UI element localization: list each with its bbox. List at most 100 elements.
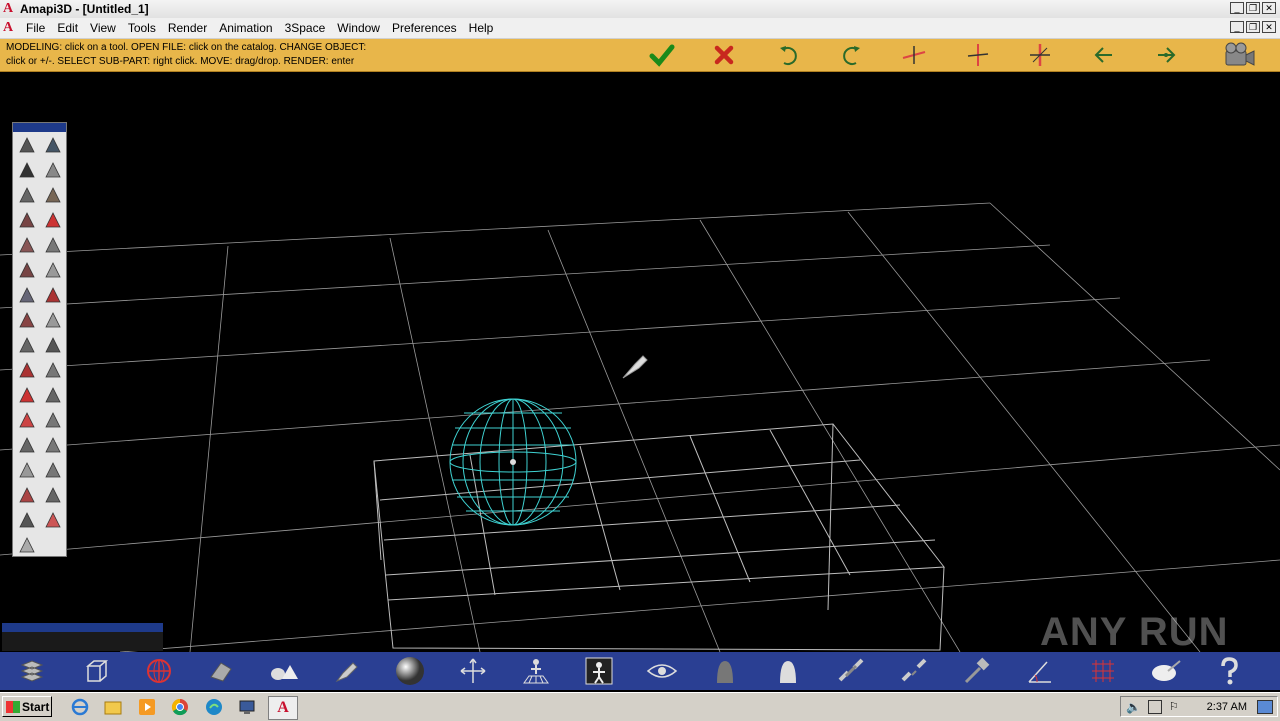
red-shape-tool[interactable]	[15, 383, 39, 406]
restore-button[interactable]: ❐	[1246, 2, 1260, 14]
help-icon[interactable]	[1213, 655, 1245, 687]
plane-tool[interactable]	[41, 258, 65, 281]
bottom-toolbar	[0, 652, 1280, 690]
status-line-2: click or +/-. SELECT SUB-PART: right cli…	[6, 56, 355, 67]
ghost-icon[interactable]	[709, 655, 741, 687]
start-label: Start	[22, 699, 50, 714]
edge-icon[interactable]	[203, 697, 225, 717]
network-app-icon[interactable]	[236, 697, 258, 717]
angle-icon[interactable]	[1024, 655, 1056, 687]
figure-icon[interactable]	[583, 655, 615, 687]
menu-edit[interactable]: Edit	[51, 18, 84, 38]
axis-x-icon[interactable]	[900, 41, 928, 69]
doc-minimize-button[interactable]: _	[1230, 21, 1244, 33]
leaf-tool[interactable]	[41, 308, 65, 331]
figure-grid-icon[interactable]	[520, 655, 552, 687]
pen-icon[interactable]	[331, 655, 363, 687]
move-icon[interactable]	[457, 655, 489, 687]
redo-icon[interactable]	[838, 41, 866, 69]
cutter-tool[interactable]	[41, 458, 65, 481]
arrow-right-icon[interactable]	[1152, 41, 1180, 69]
chrome-icon[interactable]	[169, 697, 191, 717]
deform-tool[interactable]	[15, 258, 39, 281]
undo-icon[interactable]	[774, 41, 802, 69]
menu-window[interactable]: Window	[331, 18, 386, 38]
line-tool[interactable]	[15, 133, 39, 156]
grid-plane-tool[interactable]	[41, 508, 65, 531]
arrow-left-icon[interactable]	[1090, 41, 1118, 69]
down-arrow-tool[interactable]	[15, 508, 39, 531]
volume-icon[interactable]: 🔈	[1126, 700, 1141, 714]
cube-tool[interactable]	[15, 183, 39, 206]
globe-icon[interactable]	[143, 655, 175, 687]
start-button[interactable]: Start	[2, 696, 52, 717]
media-player-icon[interactable]	[136, 697, 158, 717]
knife-tool[interactable]	[15, 333, 39, 356]
text-tool[interactable]	[15, 158, 39, 181]
stack-tool[interactable]	[41, 433, 65, 456]
palette-icon[interactable]	[1150, 655, 1182, 687]
cube-icon[interactable]	[80, 655, 112, 687]
mini-window-titlebar[interactable]	[2, 623, 163, 632]
doc-close-button[interactable]: ✕	[1262, 21, 1276, 33]
axis-z-icon[interactable]	[1026, 41, 1054, 69]
paint-tool[interactable]	[15, 358, 39, 381]
mesh-tool[interactable]	[15, 408, 39, 431]
explorer-icon[interactable]	[102, 697, 124, 717]
3d-viewport[interactable]	[0, 72, 1280, 652]
close-button[interactable]: ✕	[1262, 2, 1276, 14]
ie-icon[interactable]	[69, 697, 91, 717]
broken-chain-icon[interactable]	[898, 655, 930, 687]
gear-tool[interactable]	[41, 383, 65, 406]
checkmark-icon[interactable]	[648, 41, 676, 69]
line-select-tool[interactable]	[15, 533, 39, 556]
menu-3space[interactable]: 3Space	[279, 18, 332, 38]
camera-icon[interactable]	[1222, 41, 1256, 69]
menu-file[interactable]: File	[20, 18, 51, 38]
palette-titlebar[interactable]	[13, 123, 66, 132]
menu-animation[interactable]: Animation	[213, 18, 278, 38]
axis-y-icon[interactable]	[964, 41, 992, 69]
wire-cube-tool[interactable]	[15, 483, 39, 506]
sphere-icon[interactable]	[394, 655, 426, 687]
amapi-logo-icon: A	[277, 699, 289, 716]
extrude-tool[interactable]	[15, 208, 39, 231]
box-tool[interactable]	[41, 408, 65, 431]
menu-preferences[interactable]: Preferences	[386, 18, 463, 38]
ball-tool[interactable]	[15, 308, 39, 331]
brush-tool[interactable]	[41, 183, 65, 206]
menu-help[interactable]: Help	[463, 18, 500, 38]
spike-tool[interactable]	[41, 233, 65, 256]
minimize-button[interactable]: _	[1230, 2, 1244, 14]
menu-render[interactable]: Render	[162, 18, 213, 38]
cancel-icon[interactable]	[710, 41, 738, 69]
layers-icon[interactable]	[16, 655, 48, 687]
red-cube-tool[interactable]	[41, 208, 65, 231]
menu-tools[interactable]: Tools	[122, 18, 162, 38]
eye-icon[interactable]	[646, 655, 678, 687]
chain-icon[interactable]	[835, 655, 867, 687]
pyramid-tool[interactable]	[41, 358, 65, 381]
pen-tool[interactable]	[41, 133, 65, 156]
sphere-tool[interactable]	[41, 158, 65, 181]
curve-tool[interactable]	[15, 233, 39, 256]
blob-tool[interactable]	[41, 333, 65, 356]
clock[interactable]: 2:37 AM	[1207, 700, 1247, 714]
tool-icon[interactable]	[961, 655, 993, 687]
amapi-task-icon[interactable]: A	[268, 696, 298, 720]
mini-window[interactable]	[2, 623, 163, 651]
rotate-tool[interactable]	[15, 458, 39, 481]
doc-restore-button[interactable]: ❐	[1246, 21, 1260, 33]
twist-tool[interactable]	[41, 483, 65, 506]
menu-view[interactable]: View	[84, 18, 122, 38]
ghost-white-icon[interactable]	[772, 655, 804, 687]
pipe-tool[interactable]	[15, 283, 39, 306]
hand-icon[interactable]	[205, 655, 237, 687]
grid-icon[interactable]	[1087, 655, 1119, 687]
flag-icon[interactable]: ⚐	[1169, 700, 1179, 713]
mirror-tool[interactable]	[15, 433, 39, 456]
mountains-icon[interactable]	[268, 655, 300, 687]
show-desktop-icon[interactable]	[1257, 700, 1273, 714]
network-icon[interactable]	[1148, 700, 1162, 714]
lattice-tool[interactable]	[41, 283, 65, 306]
